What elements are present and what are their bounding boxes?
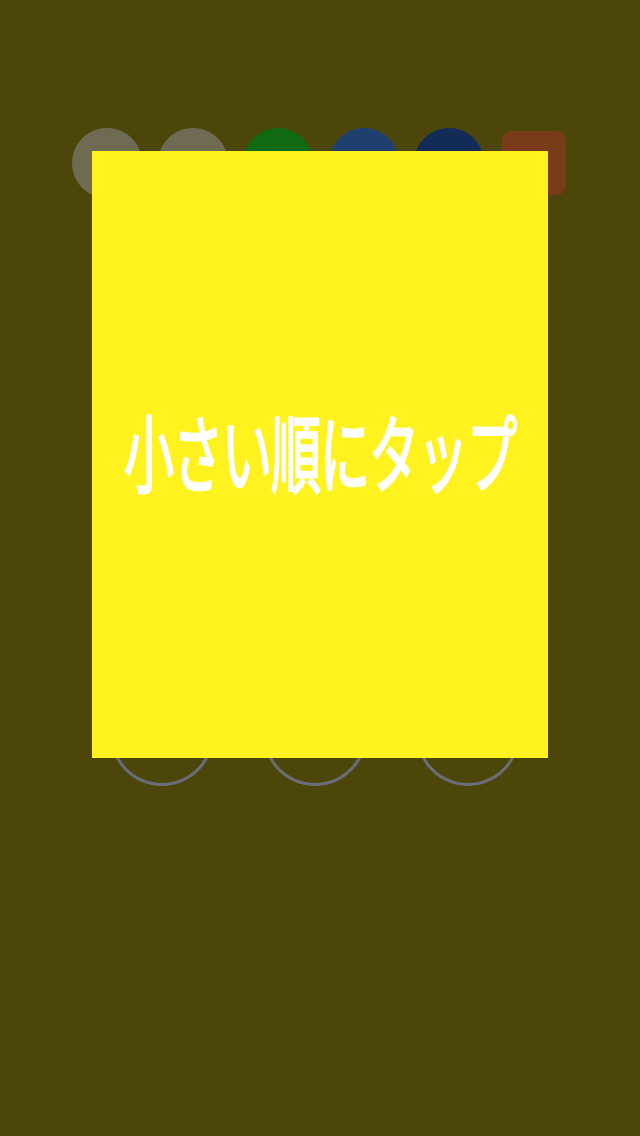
instruction-overlay[interactable]: 小さい順にタップ (92, 151, 548, 758)
instruction-text: 小さい順にタップ (124, 408, 517, 507)
game-screen: 小さい順にタップ (0, 0, 640, 1136)
